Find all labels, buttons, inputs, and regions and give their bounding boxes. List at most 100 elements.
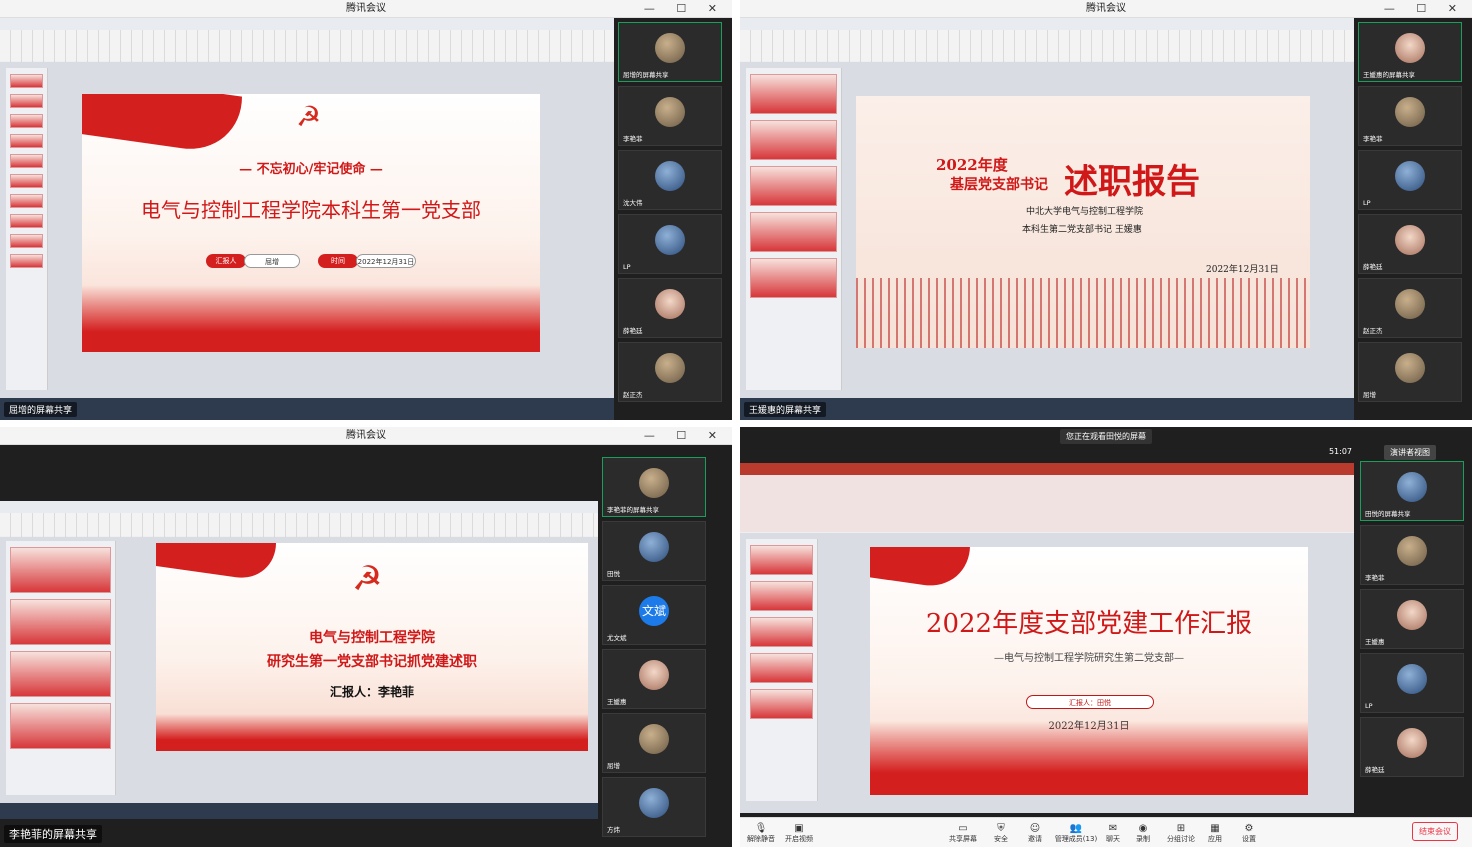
window-titlebar: 腾讯会议 — ☐ ✕ <box>0 427 732 445</box>
security-button[interactable]: ⛨ 安全 <box>984 823 1018 844</box>
slide-reporter: 汇报人：李艳菲 <box>329 685 414 699</box>
participant-tile[interactable]: 李艳菲 <box>1358 86 1462 146</box>
slide-date: 2022年12月31日 <box>356 254 416 268</box>
slide-big-title: 述职报告 <box>1064 162 1200 202</box>
shared-screen: 2022年度 基层党支部书记 述职报告 中北大学电气与控制工程学院 本科生第二党… <box>740 18 1354 420</box>
participant-tile[interactable]: 赵正杰 <box>618 342 722 402</box>
invite-button[interactable]: ☺ 邀请 <box>1018 823 1052 844</box>
slide-thumbnails[interactable] <box>746 539 818 801</box>
current-slide: 2022年度 基层党支部书记 述职报告 中北大学电气与控制工程学院 本科生第二党… <box>856 96 1310 348</box>
red-wave-graphic <box>156 713 588 751</box>
participant-name: LP <box>1363 199 1371 207</box>
mute-button[interactable]: 🎙 解除静音 <box>744 823 778 844</box>
shared-screen: 2022年度支部党建工作汇报 —电气与控制工程学院研究生第二党支部— 汇报人：田… <box>740 463 1354 813</box>
participant-tile[interactable]: 屈增 <box>602 713 706 773</box>
participant-tile[interactable]: 田悦的屏幕共享 <box>1360 461 1464 521</box>
party-emblem-icon: ☭ <box>296 100 322 133</box>
participant-tile[interactable]: 王媛惠 <box>602 649 706 709</box>
participant-list: 李艳菲的屏幕共享 田悦 文斌 尤文斌 王媛惠 屈增 方炜 <box>602 457 712 843</box>
shared-screen: ☭ 电气与控制工程学院 研究生第一党支部书记抓党建述职 汇报人：李艳菲 <box>0 501 598 819</box>
participant-tile[interactable]: 李艳菲 <box>1360 525 1464 585</box>
red-flag-graphic <box>870 547 970 592</box>
participant-tile[interactable]: 田悦 <box>602 521 706 581</box>
participant-name: LP <box>1365 702 1373 710</box>
end-meeting-button[interactable]: 结束会议 <box>1412 822 1458 841</box>
participant-name: 田悦 <box>607 570 620 578</box>
share-screen-button[interactable]: ▭ 共享屏幕 <box>946 823 980 844</box>
avatar <box>655 161 685 191</box>
participant-list: 屈增的屏幕共享 李艳菲 沈大伟 LP 薛艳廷 赵正杰 <box>618 22 728 416</box>
meeting-timer: 51:07 <box>1328 447 1352 456</box>
slide-date: 2022年12月31日 <box>1206 265 1279 275</box>
slide-thumbnails[interactable] <box>6 68 48 390</box>
slide-subtitle: — 不忘初心/牢记使命 — <box>239 162 383 177</box>
video-button[interactable]: ▣ 开启视频 <box>782 823 816 844</box>
participant-list: 王媛惠的屏幕共享 李艳菲 LP 薛艳廷 赵正杰 屈增 <box>1358 22 1468 416</box>
shield-icon: ⛨ <box>997 823 1005 834</box>
participant-tile[interactable]: 赵正杰 <box>1358 278 1462 338</box>
ppt-ribbon <box>0 501 598 537</box>
avatar <box>1395 289 1425 319</box>
gate-graphic <box>856 278 1310 348</box>
avatar <box>639 788 669 818</box>
chat-icon: ✉ <box>1108 823 1118 834</box>
slide-thumbnails[interactable] <box>746 68 842 390</box>
participant-tile[interactable]: 薛艳廷 <box>1360 717 1464 777</box>
ppt-ribbon <box>740 463 1354 533</box>
slide-branch: 本科生第二党支部书记 王媛惠 <box>1022 225 1142 235</box>
participant-tile[interactable]: LP <box>1358 150 1462 210</box>
participant-name: 李艳菲的屏幕共享 <box>607 506 659 514</box>
participant-tile[interactable]: 李艳菲的屏幕共享 <box>602 457 706 517</box>
reporter-label: 汇报人 <box>206 254 246 268</box>
slide-year: 2022年度 <box>936 156 1008 174</box>
chat-button[interactable]: ✉ 聊天 <box>1096 823 1130 844</box>
participant-name: 薛艳廷 <box>623 327 643 335</box>
participant-tile[interactable]: 屈增的屏幕共享 <box>618 22 722 82</box>
participant-tile[interactable]: 屈增 <box>1358 342 1462 402</box>
camera-off-icon: ▣ <box>794 823 804 834</box>
meeting-window-1: 腾讯会议 — ☐ ✕ ☭ — 不忘初心/牢记使命 — 电气与控制工程学院本科生第… <box>0 0 732 420</box>
apps-icon: ▦ <box>1210 823 1220 834</box>
participant-name: 王媛惠的屏幕共享 <box>1363 71 1415 79</box>
slide-reporter: 汇报人：田悦 <box>1026 695 1154 709</box>
window-controls[interactable]: — ☐ ✕ <box>644 0 726 18</box>
view-mode-button[interactable]: 演讲者视图 <box>1384 445 1436 460</box>
participant-tile[interactable]: 王媛惠的屏幕共享 <box>1358 22 1462 82</box>
participant-tile[interactable]: 薛艳廷 <box>1358 214 1462 274</box>
participant-name: 李艳菲 <box>1363 135 1383 143</box>
participant-tile[interactable]: 薛艳廷 <box>618 278 722 338</box>
participant-name: LP <box>623 263 631 271</box>
participant-tile[interactable]: 王媛惠 <box>1360 589 1464 649</box>
participant-tile[interactable]: 文斌 尤文斌 <box>602 585 706 645</box>
participant-tile[interactable]: 李艳菲 <box>618 86 722 146</box>
participant-name: 李艳菲 <box>623 135 643 143</box>
breakout-button[interactable]: ⊞ 分组讨论 <box>1164 823 1198 844</box>
avatar <box>655 289 685 319</box>
slide-subtitle: —电气与控制工程学院研究生第二党支部— <box>994 653 1184 664</box>
meeting-window-2: 腾讯会议 — ☐ ✕ 2022年度 基层党支部书记 述职报告 中北大学电气与控制… <box>740 0 1472 420</box>
slide-title: 2022年度支部党建工作汇报 <box>925 609 1253 639</box>
avatar <box>1395 353 1425 383</box>
participant-tile[interactable]: 方炜 <box>602 777 706 837</box>
current-slide: ☭ 电气与控制工程学院 研究生第一党支部书记抓党建述职 汇报人：李艳菲 <box>156 543 588 751</box>
participant-name: 田悦的屏幕共享 <box>1365 510 1411 518</box>
red-wave-graphic <box>870 720 1308 795</box>
share-label: 李艳菲的屏幕共享 <box>4 825 102 843</box>
avatar <box>1397 664 1427 694</box>
window-title: 腾讯会议 <box>1086 3 1126 14</box>
avatar <box>1395 161 1425 191</box>
slide-thumbnails[interactable] <box>6 541 116 795</box>
participant-tile[interactable]: 沈大伟 <box>618 150 722 210</box>
participant-tile[interactable]: LP <box>618 214 722 274</box>
reporter-name: 屈增 <box>244 254 300 268</box>
apps-button[interactable]: ▦ 应用 <box>1198 823 1232 844</box>
record-button[interactable]: ◉ 录制 <box>1126 823 1160 844</box>
participant-tile[interactable]: LP <box>1360 653 1464 713</box>
avatar <box>639 660 669 690</box>
screen-share-icon: ▭ <box>958 823 968 834</box>
avatar <box>1397 536 1427 566</box>
members-button[interactable]: 👥 管理成员(13) <box>1054 823 1098 844</box>
settings-button[interactable]: ⚙ 设置 <box>1232 823 1266 844</box>
window-controls[interactable]: — ☐ ✕ <box>1384 0 1466 18</box>
window-controls[interactable]: — ☐ ✕ <box>644 427 726 445</box>
